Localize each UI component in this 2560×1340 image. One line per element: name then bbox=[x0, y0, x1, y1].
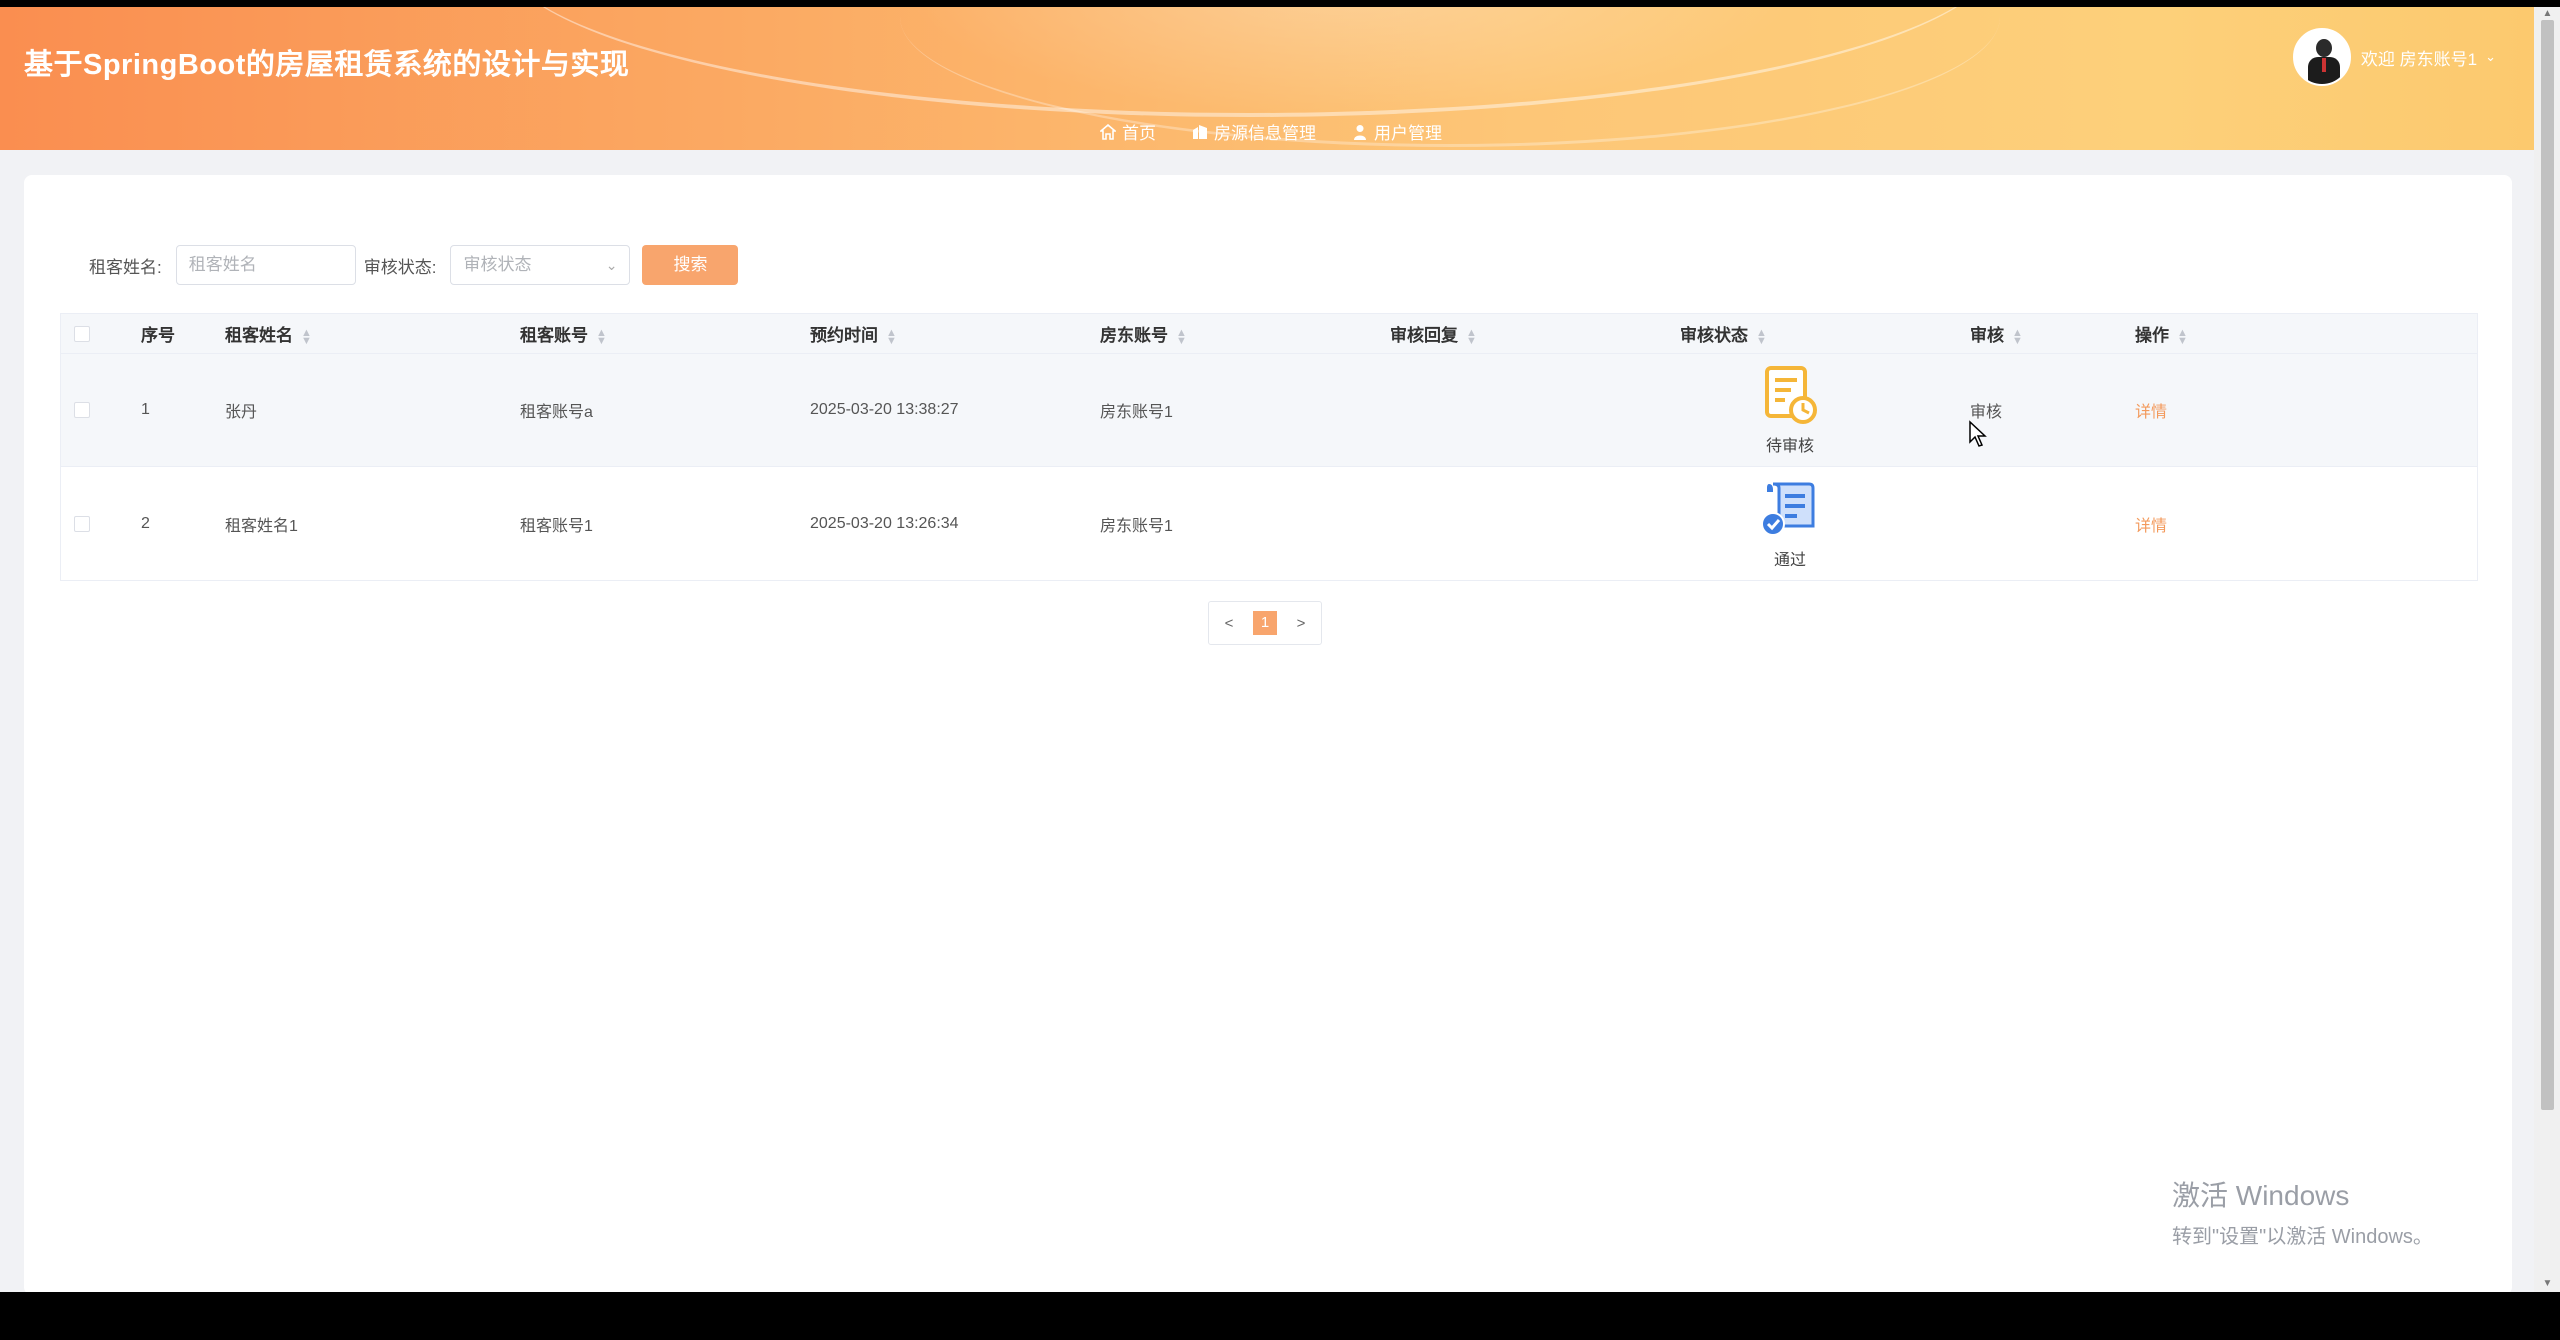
sort-icon[interactable]: ▲ ▼ bbox=[2177, 327, 2188, 346]
scroll-down-arrow[interactable]: ▼ bbox=[2541, 1278, 2554, 1290]
cell-time: 2025-03-20 13:26:34 bbox=[810, 514, 959, 532]
pagination: < 1 > bbox=[1208, 601, 1322, 645]
watermark-subtitle: 转到"设置"以激活 Windows。 bbox=[2172, 1226, 2433, 1248]
status-text: 待审核 bbox=[1765, 438, 1814, 455]
mouse-cursor-icon bbox=[1969, 420, 1987, 447]
table-header: 序号 租客姓名 ▲ ▼ 租客账号 ▲ ▼ 预约时间 ▲ ▼ 房东账号 ▲ ▼ 审核回复 ▲ ▼ 审核… bbox=[61, 314, 2477, 354]
chevron-down-icon[interactable]: ⌄ bbox=[2485, 49, 2496, 65]
sort-icon[interactable]: ▲ ▼ bbox=[301, 327, 312, 346]
tenant-name-label: 租客姓名: bbox=[89, 257, 162, 277]
detail-link[interactable]: 详情 bbox=[2135, 518, 2167, 535]
cell-landlord: 房东账号1 bbox=[1100, 517, 1173, 535]
cell-index: 1 bbox=[141, 401, 150, 418]
status-select[interactable]: 审核状态 ⌄ bbox=[450, 245, 631, 285]
col-header[interactable]: 房东账号 ▲ ▼ bbox=[1100, 321, 1390, 346]
cell-tenant-account: 租客账号1 bbox=[520, 517, 593, 535]
col-header[interactable]: 租客姓名 ▲ ▼ bbox=[225, 321, 520, 346]
select-all-checkbox[interactable] bbox=[74, 325, 90, 342]
cell-tenant-name: 租客姓名1 bbox=[225, 517, 298, 535]
status-text: 通过 bbox=[1773, 551, 1806, 569]
screen-bottom-edge bbox=[0, 1292, 2560, 1340]
detail-link[interactable]: 详情 bbox=[2135, 404, 2167, 421]
nav-label: 房源信息管理 bbox=[1214, 124, 1316, 143]
site-title: 基于SpringBoot的房屋租赁系统的设计与实现 bbox=[24, 49, 630, 81]
welcome-text: 欢迎 房东账号1 bbox=[2360, 49, 2478, 69]
scroll-up-arrow[interactable]: ▲ bbox=[2541, 8, 2554, 20]
status-select-placeholder: 审核状态 bbox=[463, 255, 532, 274]
pending-document-icon bbox=[1765, 366, 1817, 424]
appointment-table: 序号 租客姓名 ▲ ▼ 租客账号 ▲ ▼ 预约时间 ▲ ▼ 房东账号 ▲ ▼ 审核回复 ▲ ▼ 审核… bbox=[60, 313, 2478, 581]
search-button[interactable]: 搜索 bbox=[642, 245, 739, 285]
sort-icon[interactable]: ▲ ▼ bbox=[1466, 327, 1477, 346]
nav-label: 首页 bbox=[1122, 124, 1156, 143]
nav-item-house-info[interactable]: 房源信息管理 bbox=[1192, 119, 1316, 144]
app-window: 基于SpringBoot的房屋租赁系统的设计与实现 欢迎 房东账号1 ⌄ 首页 … bbox=[0, 7, 2534, 1292]
watermark-title: 激活 Windows bbox=[2172, 1180, 2350, 1211]
sort-icon[interactable]: ▲ ▼ bbox=[1756, 327, 1767, 346]
sort-icon[interactable]: ▲ ▼ bbox=[886, 327, 897, 346]
col-header[interactable]: 预约时间 ▲ ▼ bbox=[810, 321, 1100, 346]
approved-document-icon bbox=[1761, 482, 1815, 536]
sort-icon[interactable]: ▲ ▼ bbox=[2012, 327, 2023, 346]
cell-tenant-account: 租客账号a bbox=[520, 404, 593, 421]
cell-index: 2 bbox=[141, 514, 150, 532]
windows-activation-watermark: 激活 Windows 转到"设置"以激活 Windows。 bbox=[2172, 1174, 2433, 1249]
status-label: 审核状态: bbox=[363, 257, 437, 277]
current-page[interactable]: 1 bbox=[1253, 611, 1277, 635]
top-nav: 首页 房源信息管理 用户管理 bbox=[1100, 119, 1442, 144]
tenant-name-input[interactable]: 租客姓名 bbox=[175, 245, 356, 285]
col-header[interactable]: 租客账号 ▲ ▼ bbox=[520, 321, 810, 346]
table-row[interactable]: 2 租客姓名1 租客账号1 2025-03-20 13:26:34 房东账号1 bbox=[61, 467, 2477, 580]
chevron-down-icon: ⌄ bbox=[605, 257, 618, 273]
table-row[interactable]: 1 张丹 租客账号a 2025-03-20 13:38:27 房东账号1 待审核… bbox=[61, 354, 2477, 467]
nav-item-home[interactable]: 首页 bbox=[1100, 119, 1156, 144]
next-page-button[interactable]: > bbox=[1281, 615, 1321, 632]
row-checkbox[interactable] bbox=[74, 402, 90, 418]
screen-top-edge bbox=[0, 0, 2560, 7]
col-header[interactable]: 审核 ▲ ▼ bbox=[1970, 321, 2135, 346]
home-icon bbox=[1100, 123, 1116, 140]
cell-landlord: 房东账号1 bbox=[1100, 404, 1173, 421]
sort-icon[interactable]: ▲ ▼ bbox=[1176, 327, 1187, 346]
row-checkbox[interactable] bbox=[74, 515, 90, 532]
col-header[interactable]: 审核回复 ▲ ▼ bbox=[1390, 321, 1680, 346]
status-cell: 通过 bbox=[1730, 478, 1850, 570]
prev-page-button[interactable]: < bbox=[1209, 615, 1249, 632]
user-menu[interactable]: 欢迎 房东账号1 ⌄ bbox=[2292, 27, 2496, 87]
header: 基于SpringBoot的房屋租赁系统的设计与实现 欢迎 房东账号1 ⌄ 首页 … bbox=[0, 7, 2534, 150]
nav-item-users[interactable]: 用户管理 bbox=[1352, 119, 1442, 144]
nav-label: 用户管理 bbox=[1374, 124, 1442, 143]
cell-time: 2025-03-20 13:38:27 bbox=[810, 401, 959, 418]
search-bar: 租客姓名: 租客姓名 审核状态: 审核状态 ⌄ 搜索 bbox=[89, 245, 739, 285]
sort-icon[interactable]: ▲ ▼ bbox=[596, 327, 607, 346]
col-header[interactable]: 操作 ▲ ▼ bbox=[2135, 321, 2335, 346]
cell-tenant-name: 张丹 bbox=[225, 404, 258, 421]
building-icon bbox=[1193, 124, 1207, 139]
screen: 基于SpringBoot的房屋租赁系统的设计与实现 欢迎 房东账号1 ⌄ 首页 … bbox=[0, 0, 2560, 1340]
col-header: 序号 bbox=[141, 326, 175, 345]
user-icon bbox=[1354, 124, 1366, 140]
status-cell: 待审核 bbox=[1730, 364, 1850, 456]
col-header[interactable]: 审核状态 ▲ ▼ bbox=[1680, 321, 1970, 346]
review-button[interactable]: 审核 bbox=[1970, 398, 2135, 422]
avatar[interactable] bbox=[2292, 28, 2351, 86]
scrollbar-thumb[interactable] bbox=[2541, 20, 2554, 1110]
content-card: 租客姓名: 租客姓名 审核状态: 审核状态 ⌄ 搜索 序号 租客姓名 ▲ ▼ 租客账… bbox=[24, 175, 2512, 1292]
header-wave bbox=[900, 7, 2000, 147]
